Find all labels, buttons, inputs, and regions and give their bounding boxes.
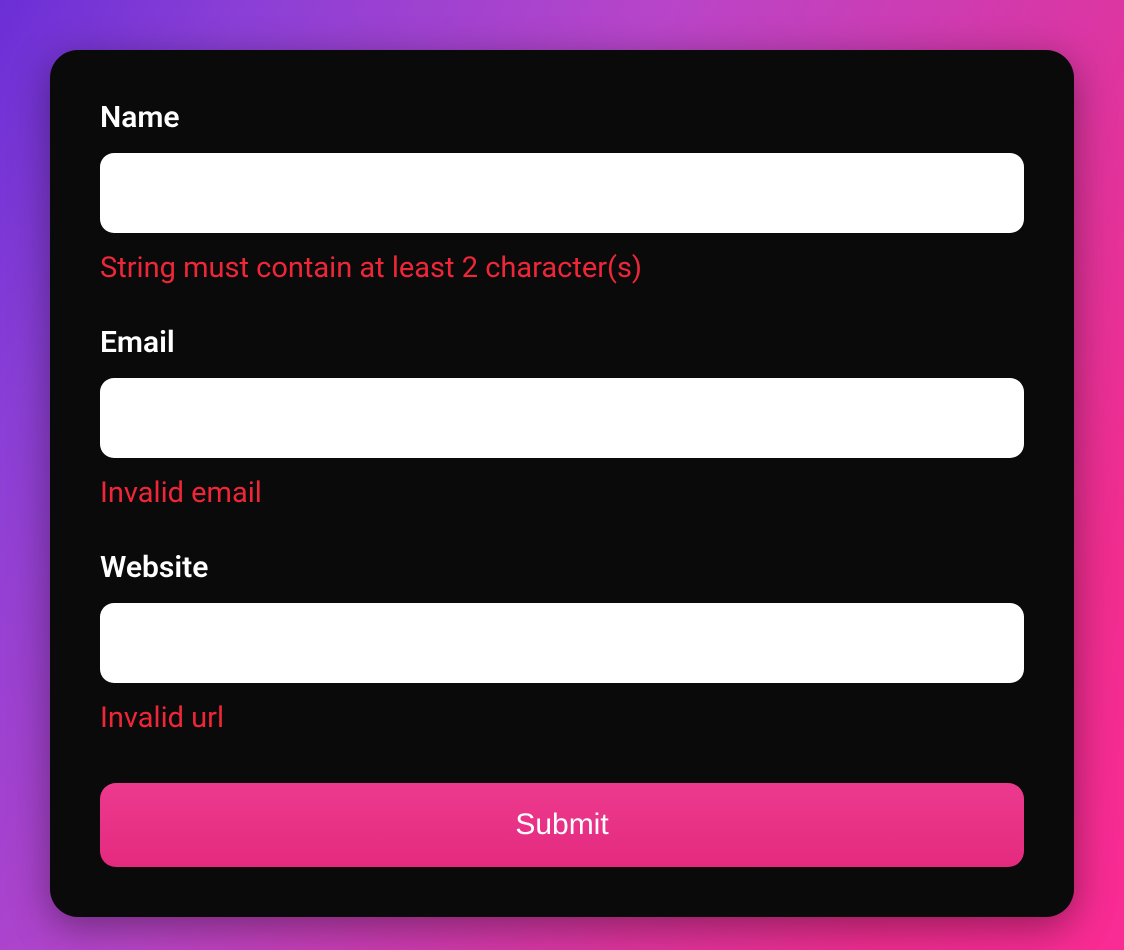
email-label: Email (100, 325, 1024, 360)
website-error: Invalid url (100, 701, 1024, 735)
name-field-group: Name String must contain at least 2 char… (100, 100, 1024, 285)
email-input[interactable] (100, 378, 1024, 458)
website-field-group: Website Invalid url (100, 550, 1024, 735)
website-label: Website (100, 550, 1024, 585)
website-input[interactable] (100, 603, 1024, 683)
email-error: Invalid email (100, 476, 1024, 510)
email-field-group: Email Invalid email (100, 325, 1024, 510)
submit-button[interactable]: Submit (100, 783, 1024, 867)
name-error: String must contain at least 2 character… (100, 251, 1024, 285)
name-label: Name (100, 100, 1024, 135)
form-card: Name String must contain at least 2 char… (50, 50, 1074, 917)
name-input[interactable] (100, 153, 1024, 233)
